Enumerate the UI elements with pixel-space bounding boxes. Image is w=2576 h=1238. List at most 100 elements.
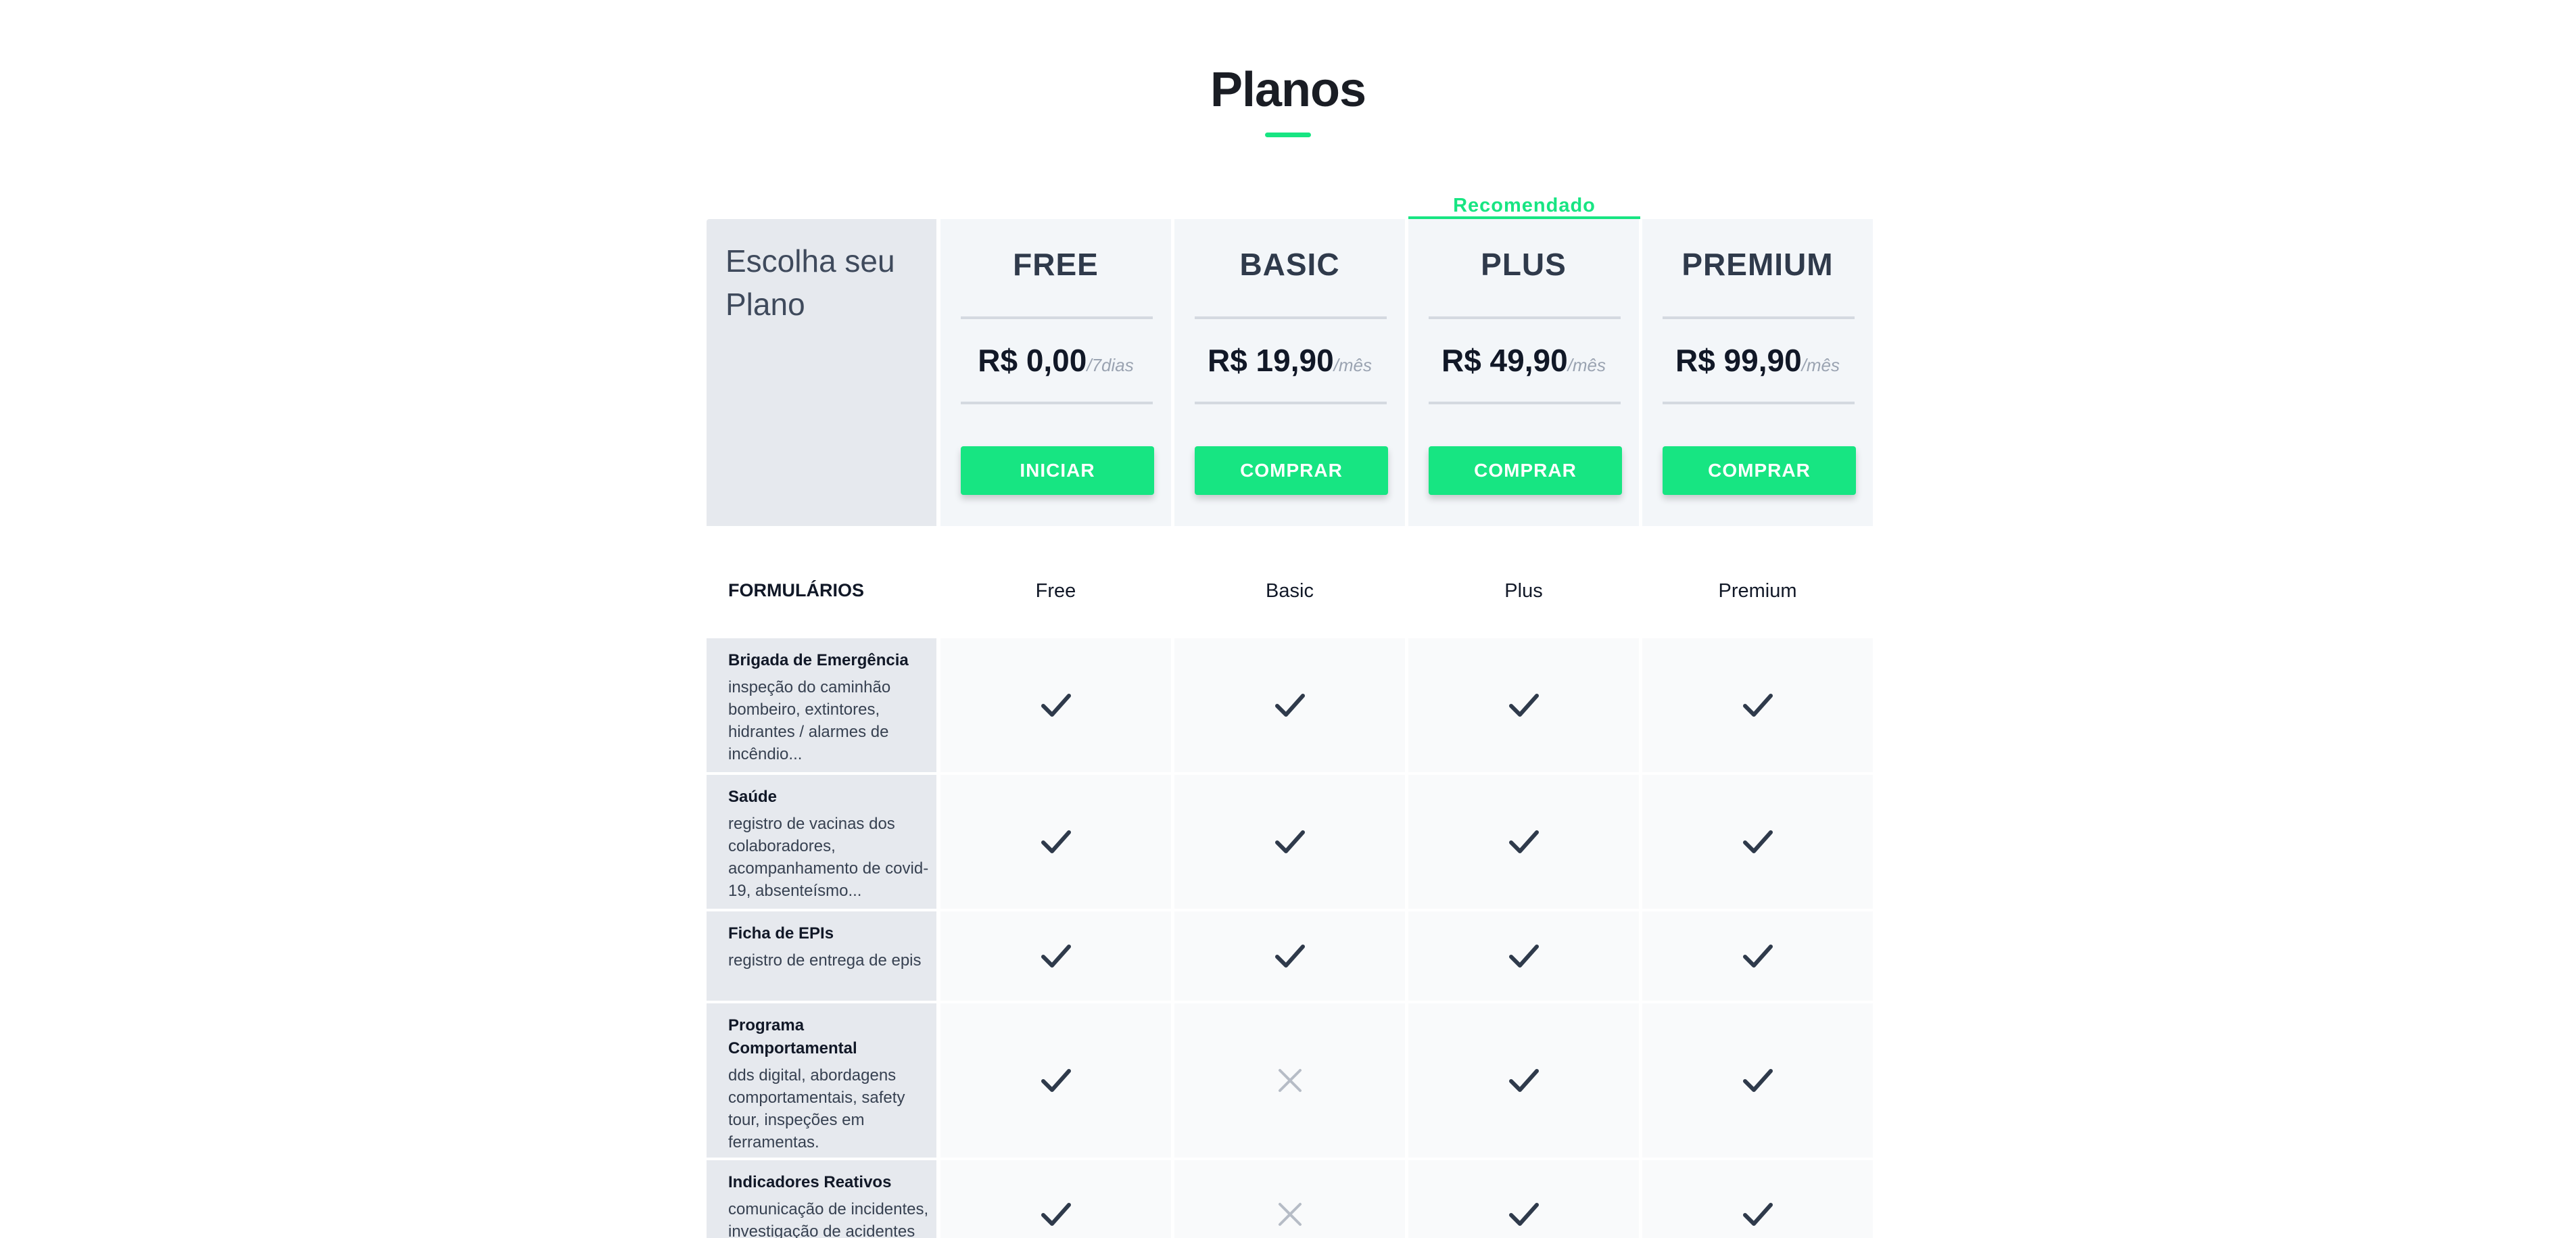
page-title: Planos (1210, 63, 1366, 117)
plan-price: R$ 19,90/mês (1174, 342, 1405, 379)
feature-title: Programa Comportamental (728, 1016, 857, 1057)
availability-cell (1174, 638, 1405, 772)
choose-plan-cell: Escolha seu Plano (707, 219, 936, 526)
buy-button-plus[interactable]: COMPRAR (1429, 446, 1622, 495)
feature-title: Brigada de Emergência (728, 651, 909, 669)
recommended-label: Recomendado (1453, 195, 1596, 216)
choose-plan-label: Escolha seu Plano (725, 243, 895, 322)
plan-divider (1429, 402, 1621, 404)
check-icon (1274, 945, 1305, 968)
availability-cell (1408, 911, 1639, 1001)
plan-name: PREMIUM (1681, 247, 1834, 282)
price-period: /mês (1333, 355, 1373, 375)
availability-cell (940, 911, 1171, 1001)
check-icon (1508, 830, 1539, 853)
plan-card-plus: PLUS R$ 49,90/mês COMPRAR (1408, 219, 1639, 526)
column-label-free: Free (1035, 580, 1076, 602)
buy-button-basic[interactable]: COMPRAR (1195, 446, 1388, 495)
table-row: Ficha de EPIs registro de entrega de epis (707, 911, 1874, 1001)
check-icon (1041, 694, 1071, 717)
availability-cell (1174, 1003, 1405, 1158)
check-icon (1508, 1203, 1539, 1226)
check-icon (1742, 830, 1773, 853)
price-period: /7dias (1087, 355, 1134, 375)
price-amount: R$ 19,90 (1207, 343, 1334, 378)
check-icon (1742, 1069, 1773, 1092)
plans-header-row: Recomendado Escolha seu Plano FREE R$ 0,0… (707, 195, 1874, 526)
plan-card-free: FREE R$ 0,00/7dias INICIAR (940, 219, 1171, 526)
check-icon (1508, 1069, 1539, 1092)
feature-description: inspeção do caminhão bombeiro, extintore… (728, 678, 891, 763)
availability-cell (1642, 1003, 1873, 1158)
availability-cell (940, 638, 1171, 772)
availability-cell (1174, 911, 1405, 1001)
plan-divider (961, 402, 1153, 404)
availability-cell (1642, 775, 1873, 909)
check-icon (1041, 1203, 1071, 1226)
plan-price: R$ 0,00/7dias (940, 342, 1171, 379)
feature-label-cell: Programa Comportamental dds digital, abor… (707, 1003, 936, 1158)
table-row: Indicadores Reativos comunicação de incid… (707, 1160, 1874, 1238)
feature-label-cell: Brigada de Emergência inspeção do caminhã… (707, 638, 936, 772)
price-period: /mês (1801, 355, 1840, 375)
feature-description: dds digital, abordagens comportamentais,… (728, 1066, 905, 1151)
availability-cell (1408, 775, 1639, 909)
availability-cell (940, 1160, 1171, 1238)
plan-divider (1195, 316, 1387, 319)
check-icon (1274, 694, 1305, 717)
availability-cell (940, 1003, 1171, 1158)
column-label-premium: Premium (1718, 580, 1797, 602)
feature-title: Indicadores Reativos (728, 1173, 892, 1191)
pricing-table: Recomendado Escolha seu Plano FREE R$ 0,0… (707, 195, 1874, 1238)
plans-page: Planos Recomendado Escolha seu Plano FRE… (0, 0, 2576, 1238)
plan-name: BASIC (1239, 247, 1340, 282)
title-underline (1265, 133, 1311, 137)
availability-cell (1408, 638, 1639, 772)
cross-icon (1278, 1203, 1302, 1226)
plan-card-premium: PREMIUM R$ 99,90/mês COMPRAR (1642, 219, 1873, 526)
plan-price: R$ 49,90/mês (1408, 342, 1639, 379)
feature-rows: Brigada de Emergência inspeção do caminhã… (707, 638, 1874, 1238)
plan-card-basic: BASIC R$ 19,90/mês COMPRAR (1174, 219, 1405, 526)
availability-cell (1408, 1003, 1639, 1158)
plan-divider (961, 316, 1153, 319)
plan-divider (1663, 402, 1855, 404)
check-icon (1041, 945, 1071, 968)
feature-title: Ficha de EPIs (728, 924, 834, 943)
price-amount: R$ 0,00 (978, 343, 1087, 378)
table-row: Saúde registro de vacinas dos colaborador… (707, 775, 1874, 909)
plan-divider (1195, 402, 1387, 404)
check-icon (1041, 1069, 1071, 1092)
check-icon (1742, 1203, 1773, 1226)
availability-cell (1642, 638, 1873, 772)
buy-button-premium[interactable]: COMPRAR (1663, 446, 1856, 495)
cross-icon (1278, 1069, 1302, 1092)
feature-label-cell: Ficha de EPIs registro de entrega de epis (707, 911, 936, 1001)
feature-title: Saúde (728, 788, 778, 806)
start-button-free[interactable]: INICIAR (961, 446, 1154, 495)
availability-cell (1174, 1160, 1405, 1238)
price-period: /mês (1567, 355, 1606, 375)
check-icon (1274, 830, 1305, 853)
availability-cell (1408, 1160, 1639, 1238)
feature-label-cell: Indicadores Reativos comunicação de incid… (707, 1160, 936, 1238)
check-icon (1742, 694, 1773, 717)
plan-divider (1429, 316, 1621, 319)
check-icon (1508, 945, 1539, 968)
price-amount: R$ 49,90 (1441, 343, 1568, 378)
feature-label-cell: Saúde registro de vacinas dos colaborador… (707, 775, 936, 909)
forms-section-label: FORMULÁRIOS (728, 580, 864, 600)
plan-name: FREE (1013, 247, 1099, 282)
forms-header-row: FORMULÁRIOS Free Basic Plus Premium (707, 526, 1874, 638)
plan-name: PLUS (1481, 247, 1567, 282)
availability-cell (940, 775, 1171, 909)
check-icon (1742, 945, 1773, 968)
feature-description: comunicação de incidentes, investigação … (728, 1200, 929, 1238)
table-row: Brigada de Emergência inspeção do caminhã… (707, 638, 1874, 772)
availability-cell (1642, 1160, 1873, 1238)
column-label-basic: Basic (1266, 580, 1314, 602)
table-row: Programa Comportamental dds digital, abor… (707, 1003, 1874, 1158)
feature-description: registro de vacinas dos colaboradores, a… (728, 815, 929, 900)
price-amount: R$ 99,90 (1675, 343, 1802, 378)
check-icon (1041, 830, 1071, 853)
